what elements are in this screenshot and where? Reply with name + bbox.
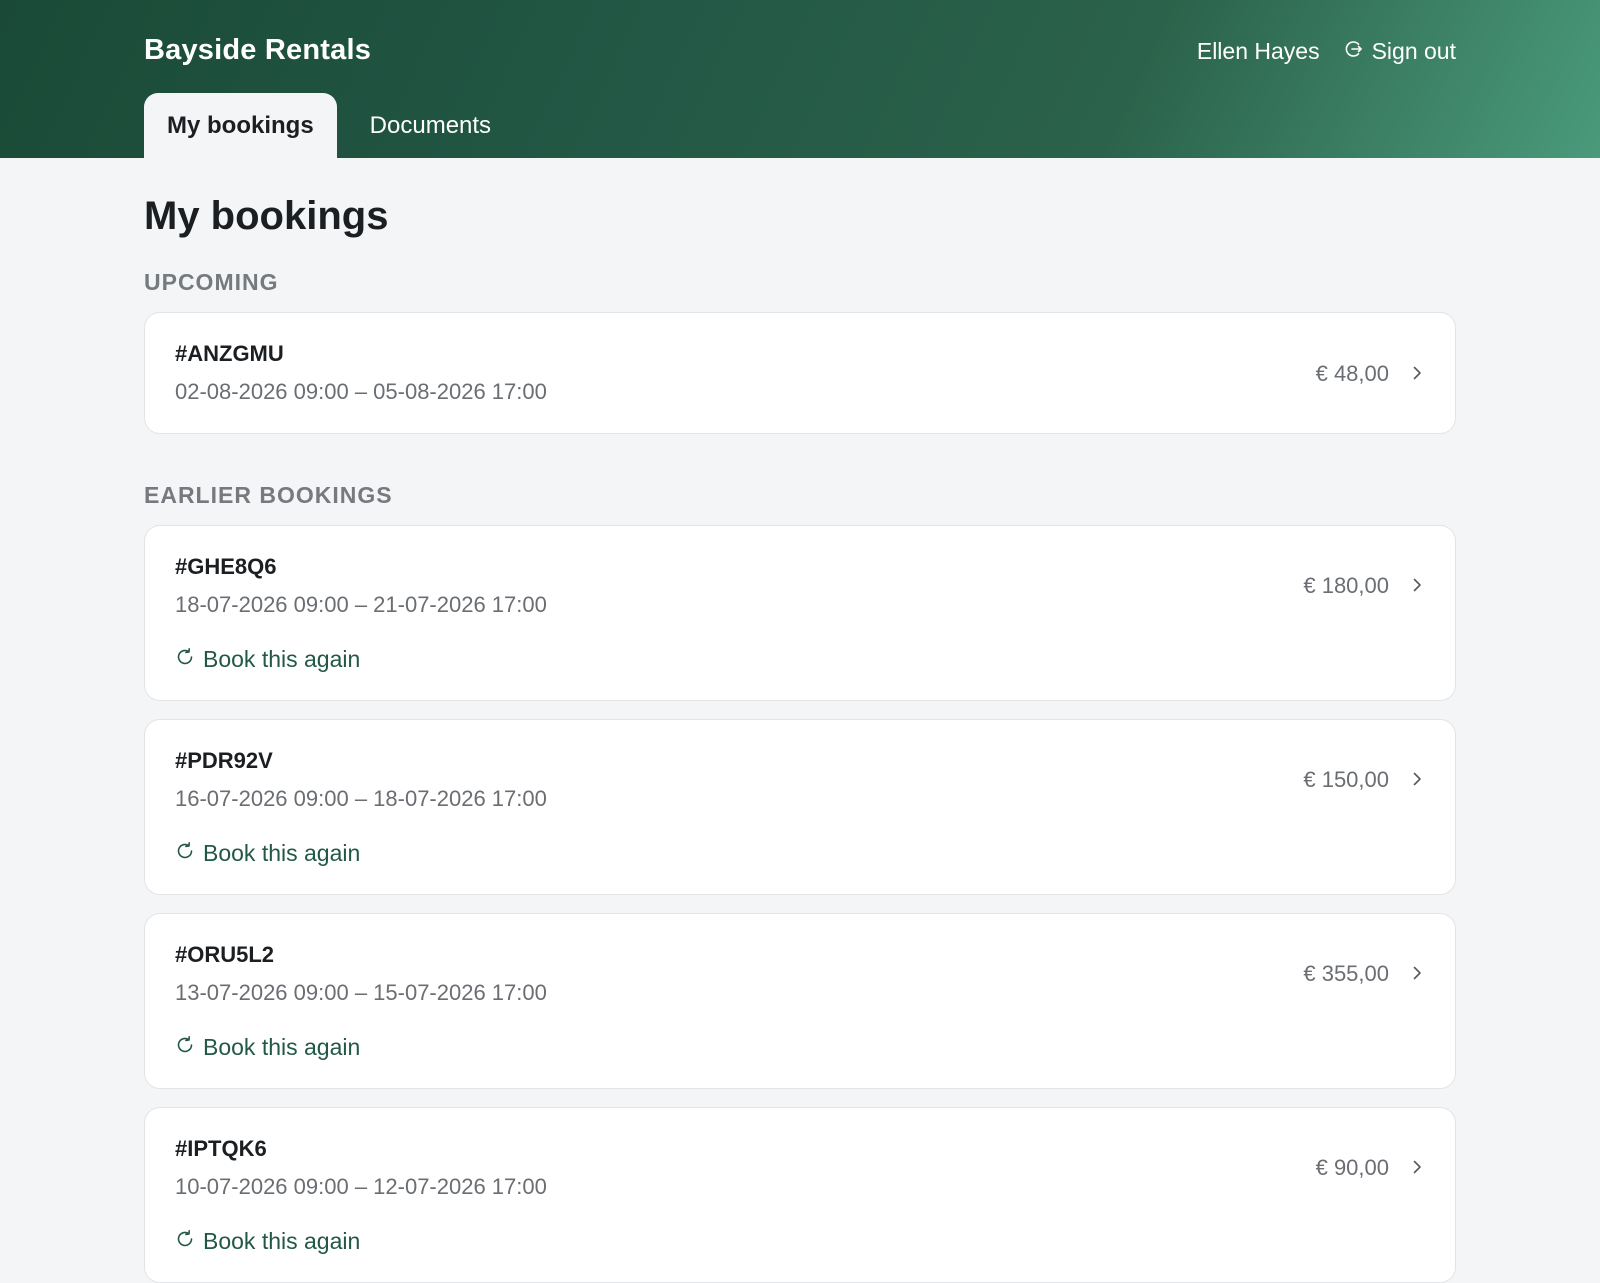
booking-price: € 90,00: [1315, 1155, 1389, 1180]
book-again-button[interactable]: Book this again: [175, 840, 360, 867]
booking-price: € 48,00: [1315, 361, 1389, 386]
section-label-upcoming: Upcoming: [144, 269, 279, 295]
booking-price-area: € 355,00: [1303, 914, 1425, 1034]
user-area: Ellen Hayes Sign out: [1197, 38, 1456, 65]
main-tabs: My bookings Documents: [144, 93, 514, 158]
booking-dates: 13-07-2026 09:00 – 15-07-2026 17:00: [175, 980, 547, 1005]
book-again-label: Book this again: [203, 840, 361, 866]
header-inner: Bayside Rentals Ellen Hayes Sign out My …: [144, 0, 1456, 158]
booking-price-area: € 180,00: [1303, 526, 1425, 646]
booking-dates: 10-07-2026 09:00 – 12-07-2026 17:00: [175, 1174, 547, 1199]
sign-out-button[interactable]: Sign out: [1344, 38, 1456, 65]
booking-card[interactable]: #PDR92V 16-07-2026 09:00 – 18-07-2026 17…: [144, 719, 1456, 895]
sign-out-icon: [1344, 38, 1364, 65]
booking-card[interactable]: #ORU5L2 13-07-2026 09:00 – 15-07-2026 17…: [144, 913, 1456, 1089]
booking-code: #ORU5L2: [175, 942, 275, 967]
refresh-icon: [175, 840, 195, 867]
chevron-right-icon: [1409, 361, 1425, 387]
booking-card[interactable]: #GHE8Q6 18-07-2026 09:00 – 21-07-2026 17…: [144, 525, 1456, 701]
chevron-right-icon: [1409, 961, 1425, 987]
tab-my-bookings[interactable]: My bookings: [144, 93, 337, 158]
user-name: Ellen Hayes: [1196, 38, 1320, 64]
booking-price-area: € 48,00: [1316, 313, 1425, 435]
booking-card[interactable]: #IPTQK6 10-07-2026 09:00 – 12-07-2026 17…: [144, 1107, 1456, 1283]
chevron-right-icon: [1409, 1155, 1425, 1181]
book-again-button[interactable]: Book this again: [175, 1034, 360, 1061]
booking-price-area: € 90,00: [1316, 1108, 1425, 1228]
chevron-right-icon: [1409, 767, 1425, 793]
book-again-button[interactable]: Book this again: [175, 646, 360, 673]
booking-code: #GHE8Q6: [175, 554, 277, 579]
booking-price: € 150,00: [1303, 767, 1389, 792]
tab-documents[interactable]: Documents: [347, 93, 514, 158]
booking-code: #IPTQK6: [175, 1136, 267, 1161]
booking-price: € 180,00: [1303, 573, 1389, 598]
booking-code: #PDR92V: [175, 748, 273, 773]
chevron-right-icon: [1409, 573, 1425, 599]
refresh-icon: [175, 646, 195, 673]
sign-out-label: Sign out: [1371, 38, 1456, 64]
app-header: Bayside Rentals Ellen Hayes Sign out My …: [0, 0, 1600, 158]
page-title: My bookings: [144, 194, 389, 238]
booking-dates: 16-07-2026 09:00 – 18-07-2026 17:00: [175, 786, 547, 811]
booking-price: € 355,00: [1303, 961, 1389, 986]
main-content: My bookings Upcoming #ANZGMU 02-08-2026 …: [144, 158, 1456, 1283]
booking-dates: 18-07-2026 09:00 – 21-07-2026 17:00: [175, 592, 547, 617]
booking-code: #ANZGMU: [175, 341, 284, 366]
book-again-label: Book this again: [203, 646, 361, 672]
section-label-earlier: Earlier bookings: [144, 482, 393, 508]
refresh-icon: [175, 1228, 195, 1255]
booking-price-area: € 150,00: [1303, 720, 1425, 840]
booking-card[interactable]: #ANZGMU 02-08-2026 09:00 – 05-08-2026 17…: [144, 312, 1456, 434]
book-again-label: Book this again: [203, 1034, 361, 1060]
book-again-label: Book this again: [203, 1228, 361, 1254]
book-again-button[interactable]: Book this again: [175, 1228, 360, 1255]
refresh-icon: [175, 1034, 195, 1061]
booking-dates: 02-08-2026 09:00 – 05-08-2026 17:00: [175, 379, 547, 404]
brand-logo-text[interactable]: Bayside Rentals: [144, 34, 371, 67]
